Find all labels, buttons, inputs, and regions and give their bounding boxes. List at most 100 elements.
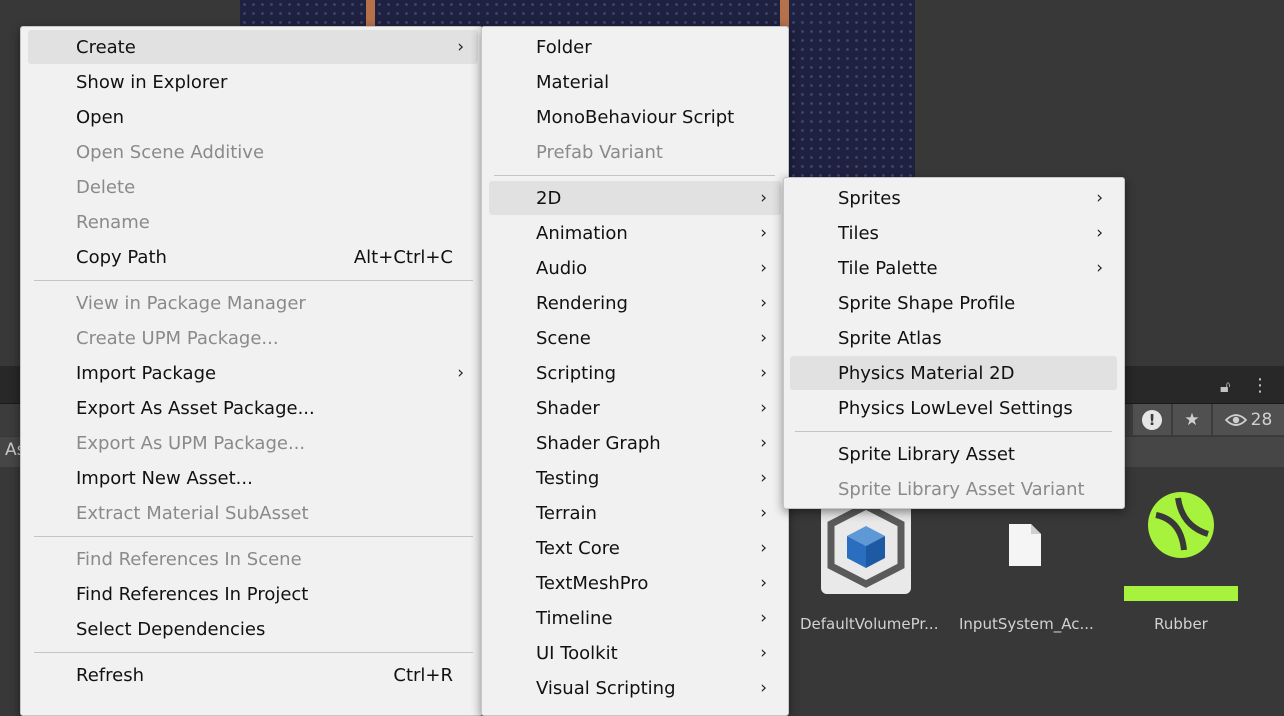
asset-tile[interactable]: Rubber [1115,485,1247,633]
menu-item-open-scene-additive: Open Scene Additive [28,135,478,169]
menu-item-select-dependencies[interactable]: Select Dependencies [28,612,478,646]
menu-item-ui-toolkit[interactable]: UI Toolkit › [489,636,781,670]
menu-item-label: Physics LowLevel Settings [838,397,1073,419]
menu-item-label: Physics Material 2D [838,362,1015,384]
menu-item-find-references-in-project[interactable]: Find References In Project [28,577,478,611]
menu-item-tiles[interactable]: Tiles › [790,216,1117,250]
menu-item-label: Tiles [838,222,879,244]
menu-item-sprite-library-asset-variant: Sprite Library Asset Variant [790,472,1117,506]
menu-item-text-core[interactable]: Text Core › [489,531,781,565]
menu-item-label: Rename [76,211,150,233]
menu-item-import-package[interactable]: Import Package › [28,356,478,390]
chevron-right-icon: › [760,223,767,243]
menu-item-label: Import Package [76,362,217,384]
menu-item-refresh[interactable]: Refresh Ctrl+R [28,658,478,692]
menu-item-shader-graph[interactable]: Shader Graph › [489,426,781,460]
menu-item-timeline[interactable]: Timeline › [489,601,781,635]
menu-item-label: Shader [536,397,600,419]
menu-item-copy-path[interactable]: Copy Path Alt+Ctrl+C [28,240,478,274]
menu-item-label: TextMeshPro [536,572,649,594]
menu-item-show-in-explorer[interactable]: Show in Explorer [28,65,478,99]
warning-filter-button[interactable]: ! [1133,404,1171,435]
asset-label: InputSystem_Ac... [959,615,1094,633]
menu-item-shortcut: Alt+Ctrl+C [353,246,453,268]
2d-submenu: Sprites › Tiles › Tile Palette › Sprite Sha… [783,177,1125,509]
menu-item-tile-palette[interactable]: Tile Palette › [790,251,1117,285]
menu-item-physics-material-2d[interactable]: Physics Material 2D [790,356,1117,390]
star-icon: ★ [1184,409,1200,430]
menu-separator [34,652,473,653]
menu-item-extract-material-subasset: Extract Material SubAsset [28,496,478,530]
menu-item-label: Export As Asset Package... [76,397,315,419]
menu-item-create-upm-package: Create UPM Package... [28,321,478,355]
menu-item-animation[interactable]: Animation › [489,216,781,250]
menu-item-label: Export As UPM Package... [76,432,306,454]
chevron-right-icon: › [760,363,767,383]
menu-item-export-upm-package: Export As UPM Package... [28,426,478,460]
menu-item-sprites[interactable]: Sprites › [790,181,1117,215]
menu-item-rendering[interactable]: Rendering › [489,286,781,320]
menu-item-label: Delete [76,176,136,198]
menu-item-label: Extract Material SubAsset [76,502,309,524]
chevron-right-icon: › [760,643,767,663]
menu-item-open[interactable]: Open [28,100,478,134]
physics-material-icon [1115,485,1247,605]
visibility-count: 28 [1250,409,1273,430]
more-vertical-icon[interactable]: ⋮ [1251,375,1269,396]
chevron-right-icon: › [760,678,767,698]
menu-item-label: Audio [536,257,588,279]
chevron-right-icon: › [457,37,464,57]
menu-item-scene[interactable]: Scene › [489,321,781,355]
chevron-right-icon: › [1096,188,1103,208]
menu-item-create[interactable]: Create › [28,30,478,64]
menu-item-label: Select Dependencies [76,618,266,640]
menu-item-find-references-in-scene: Find References In Scene [28,542,478,576]
chevron-right-icon: › [760,573,767,593]
menu-item-label: Import New Asset... [76,467,253,489]
chevron-right-icon: › [760,188,767,208]
menu-item-testing[interactable]: Testing › [489,461,781,495]
menu-item-sprite-shape-profile[interactable]: Sprite Shape Profile [790,286,1117,320]
visibility-filter-button[interactable]: 28 [1213,404,1284,435]
menu-item-label: Create UPM Package... [76,327,279,349]
menu-item-import-new-asset[interactable]: Import New Asset... [28,461,478,495]
menu-item-physics-lowlevel-settings[interactable]: Physics LowLevel Settings [790,391,1117,425]
favorite-filter-button[interactable]: ★ [1173,404,1211,435]
menu-item-label: Sprites [838,187,901,209]
menu-item-material[interactable]: Material [489,65,781,99]
menu-item-label: Visual Scripting [536,677,676,699]
menu-item-label: Refresh [76,664,144,686]
chevron-right-icon: › [1096,258,1103,278]
menu-item-label: Testing [536,467,600,489]
chevron-right-icon: › [760,538,767,558]
lock-icon[interactable]: 🔓︎ [1220,377,1230,397]
create-submenu: Folder Material MonoBehaviour Script Pre… [481,26,789,716]
menu-item-label: Find References In Project [76,583,309,605]
chevron-right-icon: › [457,363,464,383]
menu-item-terrain[interactable]: Terrain › [489,496,781,530]
menu-item-monobehaviour-script[interactable]: MonoBehaviour Script [489,100,781,134]
menu-item-label: Copy Path [76,246,167,268]
chevron-right-icon: › [1096,223,1103,243]
menu-item-audio[interactable]: Audio › [489,251,781,285]
menu-item-2d[interactable]: 2D › [489,181,781,215]
menu-item-folder[interactable]: Folder [489,30,781,64]
menu-item-label: Scene [536,327,591,349]
menu-item-sprite-atlas[interactable]: Sprite Atlas [790,321,1117,355]
chevron-right-icon: › [760,433,767,453]
menu-item-textmeshpro[interactable]: TextMeshPro › [489,566,781,600]
menu-item-label: Find References In Scene [76,548,302,570]
menu-item-label: Sprite Shape Profile [838,292,1016,314]
menu-item-label: Tile Palette [838,257,938,279]
menu-item-rename: Rename [28,205,478,239]
chevron-right-icon: › [760,328,767,348]
menu-item-label: UI Toolkit [536,642,618,664]
menu-item-visual-scripting[interactable]: Visual Scripting › [489,671,781,705]
menu-item-scripting[interactable]: Scripting › [489,356,781,390]
menu-item-export-asset-package[interactable]: Export As Asset Package... [28,391,478,425]
menu-item-label: Open Scene Additive [76,141,265,163]
menu-item-label: Create [76,36,136,58]
menu-item-label: Show in Explorer [76,71,228,93]
menu-item-sprite-library-asset[interactable]: Sprite Library Asset [790,437,1117,471]
menu-item-shader[interactable]: Shader › [489,391,781,425]
